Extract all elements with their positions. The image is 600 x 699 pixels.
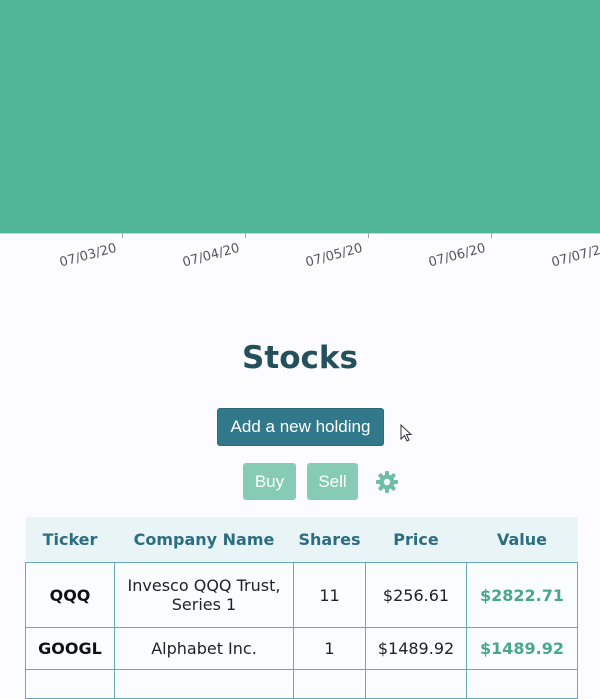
mouse-cursor-icon — [400, 424, 413, 442]
x-axis-line — [0, 233, 600, 234]
column-header-price[interactable]: Price — [365, 517, 467, 563]
x-tick-label: 07/05/20 — [304, 240, 365, 271]
column-header-value[interactable]: Value — [466, 517, 578, 563]
shares-cell: 1 — [293, 627, 366, 670]
x-tick-mark — [368, 233, 369, 238]
sell-button[interactable]: Sell — [307, 463, 358, 500]
x-tick-label: 07/07/20 — [550, 240, 600, 271]
x-tick-label: 07/03/20 — [58, 240, 119, 271]
x-tick-label: 07/06/20 — [427, 240, 488, 271]
value-cell: $1489.92 — [466, 627, 578, 670]
gear-icon[interactable] — [375, 470, 399, 494]
company-cell: Alphabet Inc. — [114, 627, 294, 670]
table-row[interactable]: QQQ Invesco QQQ Trust, Series 1 11 $256.… — [25, 562, 578, 628]
buy-button[interactable]: Buy — [243, 463, 296, 500]
company-cell — [114, 669, 294, 699]
shares-cell — [293, 669, 366, 699]
x-tick-mark — [122, 233, 123, 238]
page-title: Stocks — [242, 340, 358, 376]
x-tick-label: 07/04/20 — [181, 240, 242, 271]
table-row[interactable]: GOOGL Alphabet Inc. 1 $1489.92 $1489.92 — [25, 627, 578, 670]
column-header-company[interactable]: Company Name — [114, 517, 294, 563]
table-row[interactable] — [25, 669, 578, 699]
add-holding-button[interactable]: Add a new holding — [217, 408, 384, 446]
column-header-shares[interactable]: Shares — [293, 517, 366, 563]
company-cell: Invesco QQQ Trust, Series 1 — [114, 562, 294, 628]
ticker-cell: GOOGL — [25, 627, 115, 670]
price-cell: $256.61 — [365, 562, 467, 628]
chart-area — [0, 0, 600, 233]
price-cell: $1489.92 — [365, 627, 467, 670]
x-tick-mark — [491, 233, 492, 238]
price-cell — [365, 669, 467, 699]
holdings-table: Ticker Company Name Shares Price Value Q… — [25, 517, 578, 699]
column-header-ticker[interactable]: Ticker — [25, 517, 115, 563]
table-header-row: Ticker Company Name Shares Price Value — [25, 517, 578, 563]
value-cell: $2822.71 — [466, 562, 578, 628]
ticker-cell — [25, 669, 115, 699]
x-tick-mark — [245, 233, 246, 238]
ticker-cell: QQQ — [25, 562, 115, 628]
value-cell — [466, 669, 578, 699]
shares-cell: 11 — [293, 562, 366, 628]
